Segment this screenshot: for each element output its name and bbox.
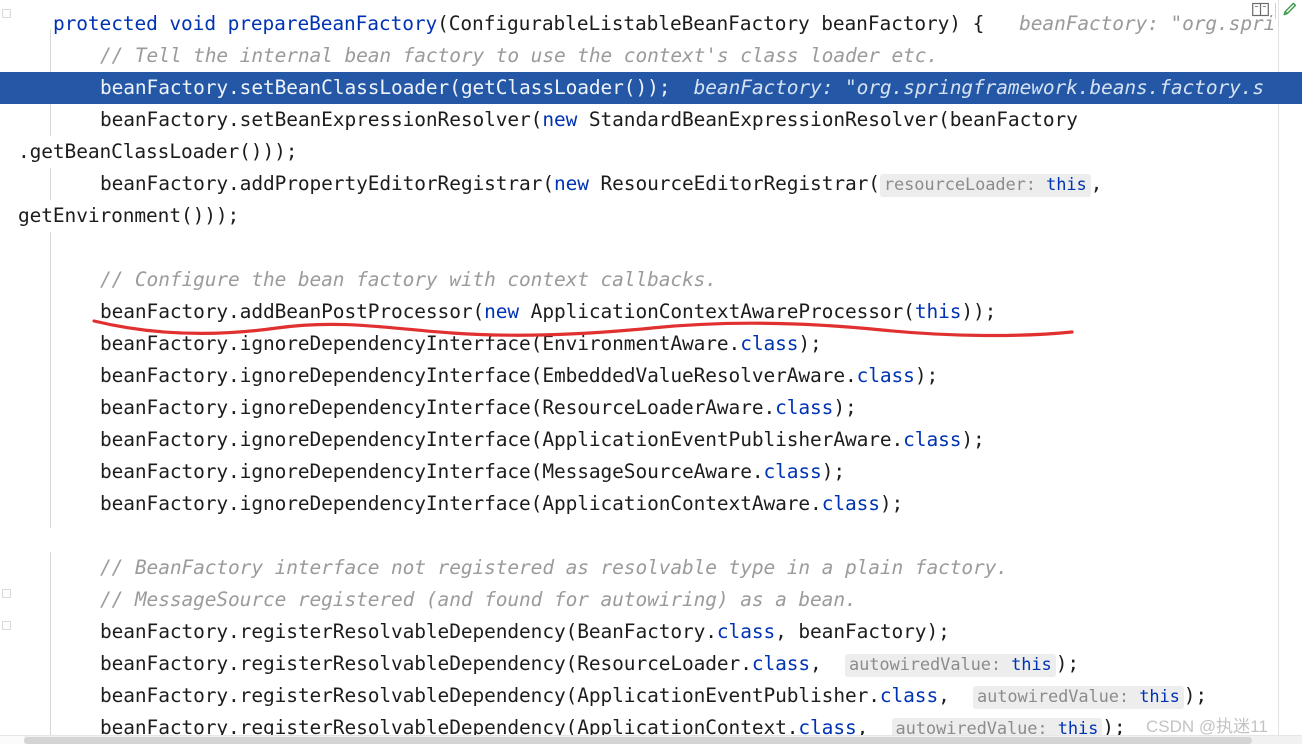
- code-line[interactable]: beanFactory.registerResolvableDependency…: [0, 680, 1302, 712]
- code-token: beanFactory.setBeanClassLoader(getClassL…: [100, 76, 671, 99]
- code-token: ,: [1090, 172, 1103, 195]
- code-token: ApplicationContextAwareProcessor(: [519, 300, 915, 323]
- code-line[interactable]: beanFactory.ignoreDependencyInterface(Me…: [0, 456, 1302, 488]
- code-line[interactable]: // Tell the internal bean factory to use…: [0, 40, 1302, 72]
- code-token: beanFactory.addBeanPostProcessor(: [100, 300, 485, 323]
- code-line[interactable]: beanFactory.ignoreDependencyInterface(En…: [0, 328, 1302, 360]
- code-token: beanFactory.ignoreDependencyInterface(Ap…: [100, 428, 904, 451]
- code-line[interactable]: beanFactory.registerResolvableDependency…: [0, 648, 1302, 680]
- keyword-token: class: [879, 684, 939, 707]
- code-token: (ConfigurableListableBeanFactory beanFac…: [437, 12, 985, 35]
- code-token: beanFactory.ignoreDependencyInterface(Ap…: [100, 492, 822, 515]
- keyword-token: class: [716, 620, 776, 643]
- comment-token: // BeanFactory interface not registered …: [100, 556, 1008, 579]
- code-token: ResourceEditorRegistrar(: [588, 172, 880, 195]
- code-token: );: [821, 460, 845, 483]
- code-line[interactable]: getEnvironment()));: [0, 200, 1302, 232]
- parameter-hint-chip: autowiredValue: this: [973, 686, 1184, 709]
- method-name-token: prepareBeanFactory: [227, 12, 438, 35]
- code-token: beanFactory.registerResolvableDependency…: [100, 684, 880, 707]
- comment-token: // Tell the internal bean factory to use…: [100, 44, 939, 67]
- keyword-token: class: [903, 428, 962, 451]
- code-line[interactable]: // MessageSource registered (and found f…: [0, 584, 1302, 616]
- comment-token: // Configure the bean factory with conte…: [100, 268, 717, 291]
- code-token: beanFactory.registerResolvableDependency…: [100, 620, 717, 643]
- code-content[interactable]: protected void prepareBeanFactory(Config…: [0, 0, 1302, 741]
- code-line[interactable]: beanFactory.ignoreDependencyInterface(Ap…: [0, 488, 1302, 520]
- code-token: );: [1183, 684, 1208, 707]
- inline-debug-hint: beanFactory: "org.springframework.beans.…: [693, 76, 1265, 99]
- editor-top-icons[interactable]: [1252, 0, 1298, 22]
- pencil-check-icon[interactable]: [1282, 1, 1298, 21]
- code-token: ));: [961, 300, 997, 323]
- toolbar-separator: [1275, 3, 1276, 19]
- code-line[interactable]: // BeanFactory interface not registered …: [0, 552, 1302, 584]
- code-token: );: [833, 396, 857, 419]
- code-token: beanFactory.ignoreDependencyInterface(En…: [100, 332, 741, 355]
- code-token: );: [961, 428, 985, 451]
- code-token: beanFactory.ignoreDependencyInterface(Re…: [100, 396, 776, 419]
- code-line[interactable]: protected void prepareBeanFactory(Config…: [0, 8, 1302, 40]
- code-line[interactable]: .getBeanClassLoader()));: [0, 136, 1302, 168]
- code-token: );: [1055, 652, 1079, 675]
- code-token: );: [798, 332, 822, 355]
- keyword-token: this: [914, 300, 962, 323]
- code-token: .getBeanClassLoader()));: [18, 140, 298, 163]
- keyword-token: class: [740, 332, 799, 355]
- keyword-token: protected void: [53, 12, 228, 35]
- code-token: beanFactory.addPropertyEditorRegistrar(: [100, 172, 554, 195]
- code-line[interactable]: beanFactory.registerResolvableDependency…: [0, 616, 1302, 648]
- code-token: StandardBeanExpressionResolver(beanFacto…: [577, 108, 1078, 131]
- code-token: ,: [938, 684, 974, 707]
- code-line[interactable]: beanFactory.setBeanExpressionResolver(ne…: [0, 104, 1302, 136]
- code-line[interactable]: [0, 520, 1302, 552]
- horizontal-scrollbar-thumb[interactable]: [24, 737, 1252, 744]
- code-line[interactable]: // Configure the bean factory with conte…: [0, 264, 1302, 296]
- code-token: );: [879, 492, 904, 515]
- code-token: , beanFactory);: [775, 620, 950, 643]
- code-line[interactable]: [0, 232, 1302, 264]
- code-editor[interactable]: protected void prepareBeanFactory(Config…: [0, 0, 1302, 744]
- keyword-token: new: [542, 108, 578, 131]
- watermark-text: CSDN @执迷11: [1146, 717, 1268, 736]
- code-token: ,: [810, 652, 845, 675]
- keyword-token: class: [775, 396, 834, 419]
- code-token: beanFactory.registerResolvableDependency…: [100, 652, 752, 675]
- keyword-token: new: [553, 172, 589, 195]
- code-token: beanFactory.ignoreDependencyInterface(Em…: [100, 364, 857, 387]
- keyword-token: new: [484, 300, 520, 323]
- code-token: beanFactory.setBeanExpressionResolver(: [100, 108, 543, 131]
- horizontal-scrollbar-track[interactable]: [0, 735, 1302, 744]
- code-line[interactable]: beanFactory.addBeanPostProcessor(new App…: [0, 296, 1302, 328]
- keyword-token: class: [763, 460, 822, 483]
- keyword-token: class: [856, 364, 915, 387]
- book-icon[interactable]: [1252, 2, 1269, 21]
- code-token: beanFactory.ignoreDependencyInterface(Me…: [100, 460, 764, 483]
- code-line[interactable]: beanFactory.addPropertyEditorRegistrar(n…: [0, 168, 1302, 200]
- code-token: );: [914, 364, 939, 387]
- code-line[interactable]: beanFactory.ignoreDependencyInterface(Em…: [0, 360, 1302, 392]
- code-line[interactable]: beanFactory.setBeanClassLoader(getClassL…: [0, 72, 1302, 104]
- scrollbar-left-cap: [0, 736, 24, 744]
- parameter-hint-chip: autowiredValue: this: [844, 654, 1056, 677]
- parameter-hint-chip: resourceLoader: this: [879, 174, 1091, 197]
- code-token: getEnvironment()));: [18, 204, 240, 227]
- code-line[interactable]: beanFactory.ignoreDependencyInterface(Re…: [0, 392, 1302, 424]
- inline-debug-hint: beanFactory: "org.spri: [1019, 12, 1276, 35]
- comment-token: // MessageSource registered (and found f…: [100, 588, 857, 611]
- keyword-token: class: [751, 652, 811, 675]
- code-line[interactable]: beanFactory.ignoreDependencyInterface(Ap…: [0, 424, 1302, 456]
- keyword-token: class: [821, 492, 880, 515]
